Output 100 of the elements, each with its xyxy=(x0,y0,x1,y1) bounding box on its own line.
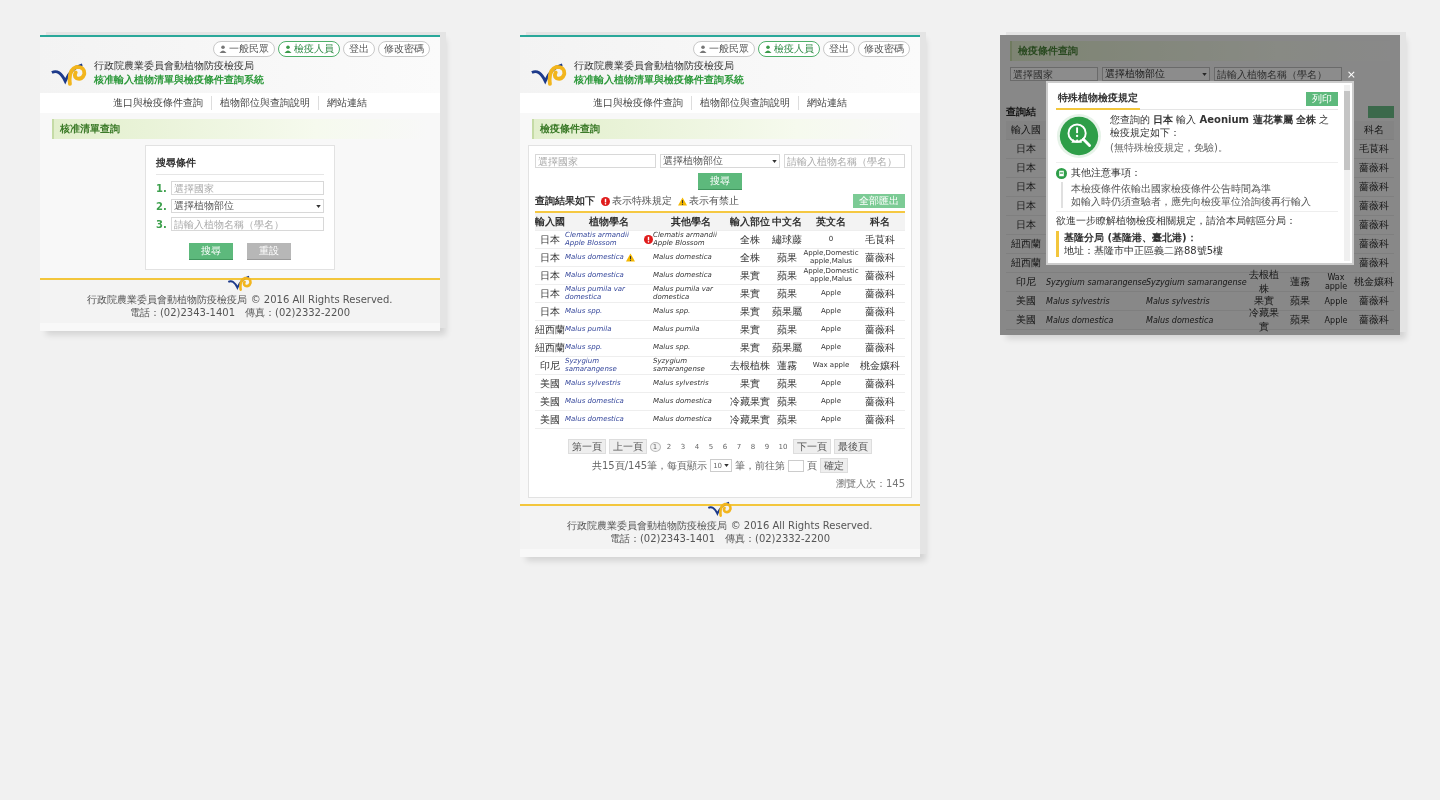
country-cell-text: 紐西蘭 xyxy=(1010,237,1042,251)
plant-link[interactable]: Syzygium samarangense xyxy=(1046,277,1146,287)
field-number: 2. xyxy=(156,200,168,212)
nav-link[interactable]: 進口與檢疫條件查詢 xyxy=(105,96,211,110)
header-link[interactable]: 一般民眾 xyxy=(693,41,755,57)
system-name: 核准輸入植物清單與檢疫條件查詢系統 xyxy=(574,73,744,87)
input-field[interactable]: 請輸入植物名稱（學名） xyxy=(171,217,324,231)
chinese-name-cell: 繡球藤 xyxy=(771,234,803,245)
export-button[interactable] xyxy=(1368,106,1394,118)
chinese-name-cell-text: 蘋果 xyxy=(776,288,798,299)
plant-link[interactable]: Malus domestica xyxy=(1046,315,1146,325)
header-link[interactable]: 修改密碼 xyxy=(378,41,430,57)
branch-address: 地址：基隆市中正區義二路88號5樓 xyxy=(1064,244,1225,257)
header-link[interactable]: 檢疫人員 xyxy=(758,41,820,57)
input-field[interactable]: 選擇國家 xyxy=(171,181,324,195)
next-page-button[interactable]: 下一頁 xyxy=(793,439,832,454)
country-cell-text: 美國 xyxy=(539,414,561,425)
note-text: 如輸入時仍須查驗者，應先向檢疫單位洽詢後再行輸入 xyxy=(1071,195,1312,208)
rule-result: (無特殊檢疫規定，免驗)。 xyxy=(1110,141,1229,155)
org-name: 行政院農業委員會動植物防疫檢疫局 xyxy=(574,59,735,73)
page-input[interactable] xyxy=(788,459,805,472)
part-cell: 冷藏果實 xyxy=(729,396,771,407)
org-name: 行政院農業委員會動植物防疫檢疫局 xyxy=(94,59,255,73)
select-field[interactable]: 選擇植物部位 xyxy=(171,199,324,213)
country-cell-text: 日本 xyxy=(539,270,561,281)
user-icon xyxy=(699,45,707,53)
country-cell-text: 印尼 xyxy=(539,360,561,371)
system-name: 核准輸入植物清單與檢疫條件查詢系統 xyxy=(94,73,264,87)
part-cell-text: 全株 xyxy=(739,252,761,263)
user-icon xyxy=(219,45,227,53)
input-field[interactable]: 請輸入植物名稱（學名） xyxy=(784,154,905,168)
country-cell-text: 日本 xyxy=(1015,161,1037,175)
family-cell-text: 薔薇科 xyxy=(864,252,896,263)
input-field[interactable]: 選擇國家 xyxy=(535,154,656,168)
chinese-name-cell-text: 蘋果 xyxy=(1289,313,1311,327)
part-cell-text: 冷藏果實 xyxy=(1248,306,1280,334)
go-button[interactable]: 確定 xyxy=(820,458,849,473)
other-name-cell-text: Malus sylvestris xyxy=(1146,296,1211,306)
country-cell-text: 日本 xyxy=(539,306,561,317)
legend-label: 表示有禁止 xyxy=(689,194,739,208)
previous-page-button[interactable]: 上一頁 xyxy=(608,439,647,454)
chinese-name-cell: 蘋果屬 xyxy=(771,306,803,317)
family-cell-text: 薔薇科 xyxy=(1358,237,1390,251)
rule-text: 您查詢的 日本 輸入 Aeonium 蓮花掌屬 全株 之檢疫規定如下： xyxy=(1110,113,1331,139)
header-link[interactable]: 一般民眾 xyxy=(213,41,275,57)
family-cell-text: 薔薇科 xyxy=(864,396,896,407)
country-cell: 紐西蘭 xyxy=(535,342,565,353)
family-cell-text: 薔薇科 xyxy=(864,378,896,389)
caret-icon xyxy=(772,159,778,163)
chinese-name-cell-text: 蓮霧 xyxy=(1289,275,1311,289)
family-cell-text: 薔薇科 xyxy=(1358,313,1390,327)
note-icon xyxy=(1056,167,1067,179)
part-cell-text: 果實 xyxy=(739,342,761,353)
close-button[interactable]: × xyxy=(1346,69,1356,80)
nav-link[interactable]: 植物部位與查詢說明 xyxy=(691,96,798,110)
results-title: 查詢結果如下 xyxy=(535,194,595,208)
header-link[interactable]: 登出 xyxy=(823,41,855,57)
header-link[interactable]: 檢疫人員 xyxy=(278,41,340,57)
scrollbar[interactable] xyxy=(1344,85,1350,261)
alert-magnifier-icon xyxy=(1056,113,1102,159)
input-field[interactable]: 請輸入植物名稱（學名） xyxy=(1213,67,1342,81)
header-link[interactable]: 修改密碼 xyxy=(858,41,910,57)
select-field[interactable]: 選擇植物部位 xyxy=(1101,67,1210,81)
family-cell-text: 薔薇科 xyxy=(1358,256,1390,270)
family-cell-text: 薔薇科 xyxy=(864,414,896,425)
family-cell-text: 毛茛科 xyxy=(1358,142,1390,156)
english-name-cell-text: Apple xyxy=(1323,315,1349,325)
column-header: 英文名 xyxy=(815,216,847,227)
contact-text: 電話：(02)2343-1401 傳真：(02)2332-2200 xyxy=(608,532,832,545)
family-cell: 桃金孃科 xyxy=(859,360,901,371)
nav-link[interactable]: 植物部位與查詢說明 xyxy=(211,96,318,110)
header-link[interactable]: 登出 xyxy=(343,41,375,57)
family-cell-text: 薔薇科 xyxy=(864,306,896,317)
select-field[interactable]: 選擇植物部位 xyxy=(659,154,781,168)
family-cell-text: 薔薇科 xyxy=(864,288,896,299)
country-cell-text: 美國 xyxy=(1015,313,1037,327)
branch-name: 基隆分局 (基隆港、臺北港)： xyxy=(1064,231,1198,244)
last-page-button[interactable]: 最後頁 xyxy=(834,439,873,454)
country-cell-text: 印尼 xyxy=(1015,275,1037,289)
column-header: 輸入國 xyxy=(1010,123,1042,137)
part-cell-text: 果實 xyxy=(739,306,761,317)
country-cell-text: 日本 xyxy=(539,288,561,299)
column-header: 科名 xyxy=(1363,123,1385,137)
notes-title: 其他注意事項： xyxy=(1071,166,1141,180)
family-cell-text: 薔薇科 xyxy=(1358,218,1390,232)
chinese-name-cell-text: 蘋果 xyxy=(776,414,798,425)
contact-text: 電話：(02)2343-1401 傳真：(02)2332-2200 xyxy=(128,306,352,319)
nav-link[interactable]: 進口與檢疫條件查詢 xyxy=(585,96,691,110)
part-cell-text: 全株 xyxy=(739,234,761,245)
input-field[interactable]: 選擇國家 xyxy=(1010,67,1098,81)
modal-title: 特殊植物檢疫規定 xyxy=(1056,89,1140,110)
plant-link[interactable]: Malus sylvestris xyxy=(1046,296,1146,306)
field-number: 1. xyxy=(156,182,168,194)
nav-link[interactable]: 網站連結 xyxy=(798,96,855,110)
exclamation-icon xyxy=(601,196,610,206)
warning-icon xyxy=(678,196,687,206)
nav-link[interactable]: 網站連結 xyxy=(318,96,375,110)
first-page-button[interactable]: 第一頁 xyxy=(567,439,606,454)
family-cell-text: 薔薇科 xyxy=(864,270,896,281)
column-header: 植物學名 xyxy=(588,216,630,227)
